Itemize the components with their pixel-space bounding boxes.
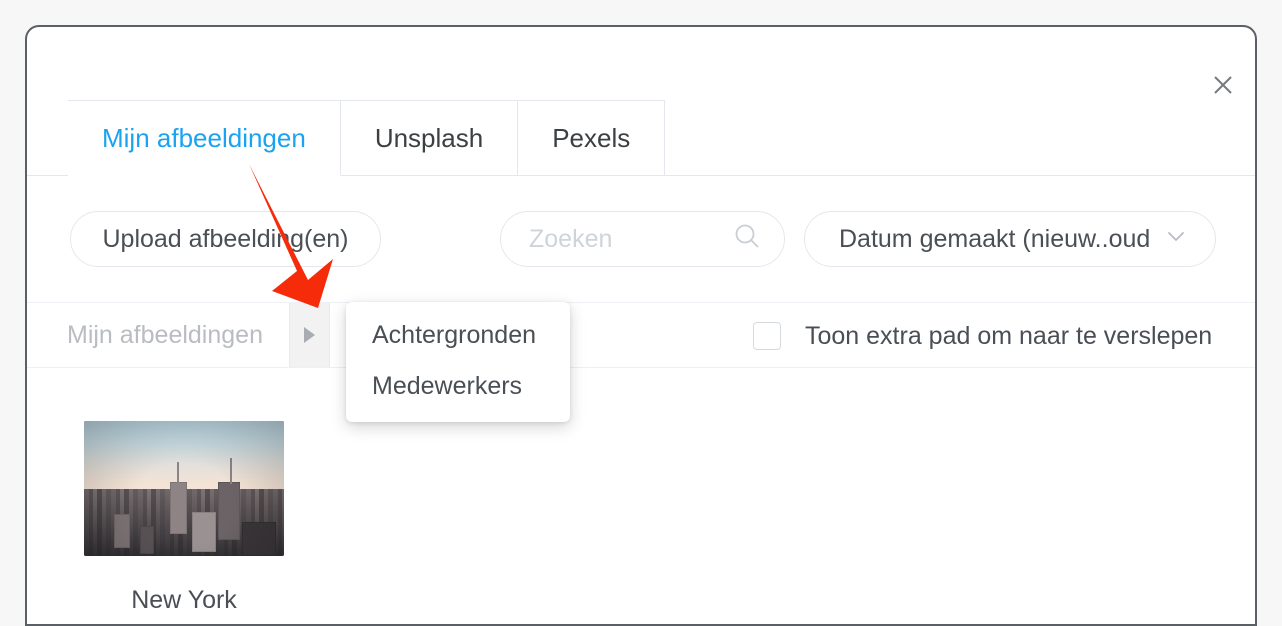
image-thumbnail-new-york[interactable] (84, 421, 284, 556)
triangle-right-icon (303, 327, 315, 343)
tab-label: Unsplash (374, 122, 484, 153)
search-input[interactable]: Zoeken (529, 225, 612, 254)
close-button[interactable] (1203, 65, 1243, 105)
upload-button-label: Upload afbeelding(en) (102, 224, 349, 253)
show-drag-path-label: Toon extra pad om naar te verslepen (805, 321, 1213, 350)
tab-label: Pexels (552, 122, 631, 153)
show-drag-path-option[interactable]: Toon extra pad om naar te verslepen (753, 303, 1212, 369)
screen: Mijn afbeeldingen Unsplash Pexels Upload… (0, 0, 1282, 626)
sort-select[interactable]: Datum gemaakt (nieuw..oud (804, 211, 1216, 267)
close-icon (1212, 74, 1234, 96)
image-title: New York (131, 586, 237, 614)
breadcrumb-row: Mijn afbeeldingen Toon extra pad om naar… (27, 302, 1255, 368)
tab-mijn-afbeeldingen[interactable]: Mijn afbeeldingen (68, 100, 341, 176)
thumbnail-vignette (84, 421, 284, 556)
tab-label: Mijn afbeeldingen (102, 122, 306, 153)
tab-bar-lead (27, 100, 68, 176)
search-field[interactable]: Zoeken (500, 211, 785, 267)
sort-select-value: Datum gemaakt (nieuw..oud (839, 224, 1151, 253)
image-picker-dialog: Mijn afbeeldingen Unsplash Pexels Upload… (25, 25, 1257, 626)
tab-unsplash[interactable]: Unsplash (340, 100, 519, 176)
breadcrumb-item-root[interactable]: Mijn afbeeldingen (27, 303, 289, 367)
menu-item-label: Medewerkers (372, 372, 523, 400)
show-drag-path-checkbox[interactable] (753, 322, 781, 350)
upload-images-button[interactable]: Upload afbeelding(en) (70, 211, 381, 267)
tab-bar: Mijn afbeeldingen Unsplash Pexels (27, 100, 1255, 176)
folder-dropdown-menu: Achtergronden Medewerkers (346, 302, 570, 422)
breadcrumb-label: Mijn afbeeldingen (67, 320, 263, 349)
breadcrumb-expand-button[interactable] (288, 303, 330, 367)
menu-item-label: Achtergronden (372, 321, 537, 349)
image-card[interactable]: New York (84, 421, 284, 615)
toolbar: Upload afbeelding(en) Zoeken Datum gemaa… (27, 176, 1255, 302)
tab-pexels[interactable]: Pexels (518, 100, 666, 176)
menu-item-medewerkers[interactable]: Medewerkers (346, 361, 570, 412)
image-grid: New York (27, 368, 1255, 615)
chevron-down-icon (1161, 221, 1191, 258)
search-icon (732, 221, 762, 258)
menu-item-achtergronden[interactable]: Achtergronden (346, 310, 570, 361)
tab-bar-trail (665, 100, 1255, 176)
